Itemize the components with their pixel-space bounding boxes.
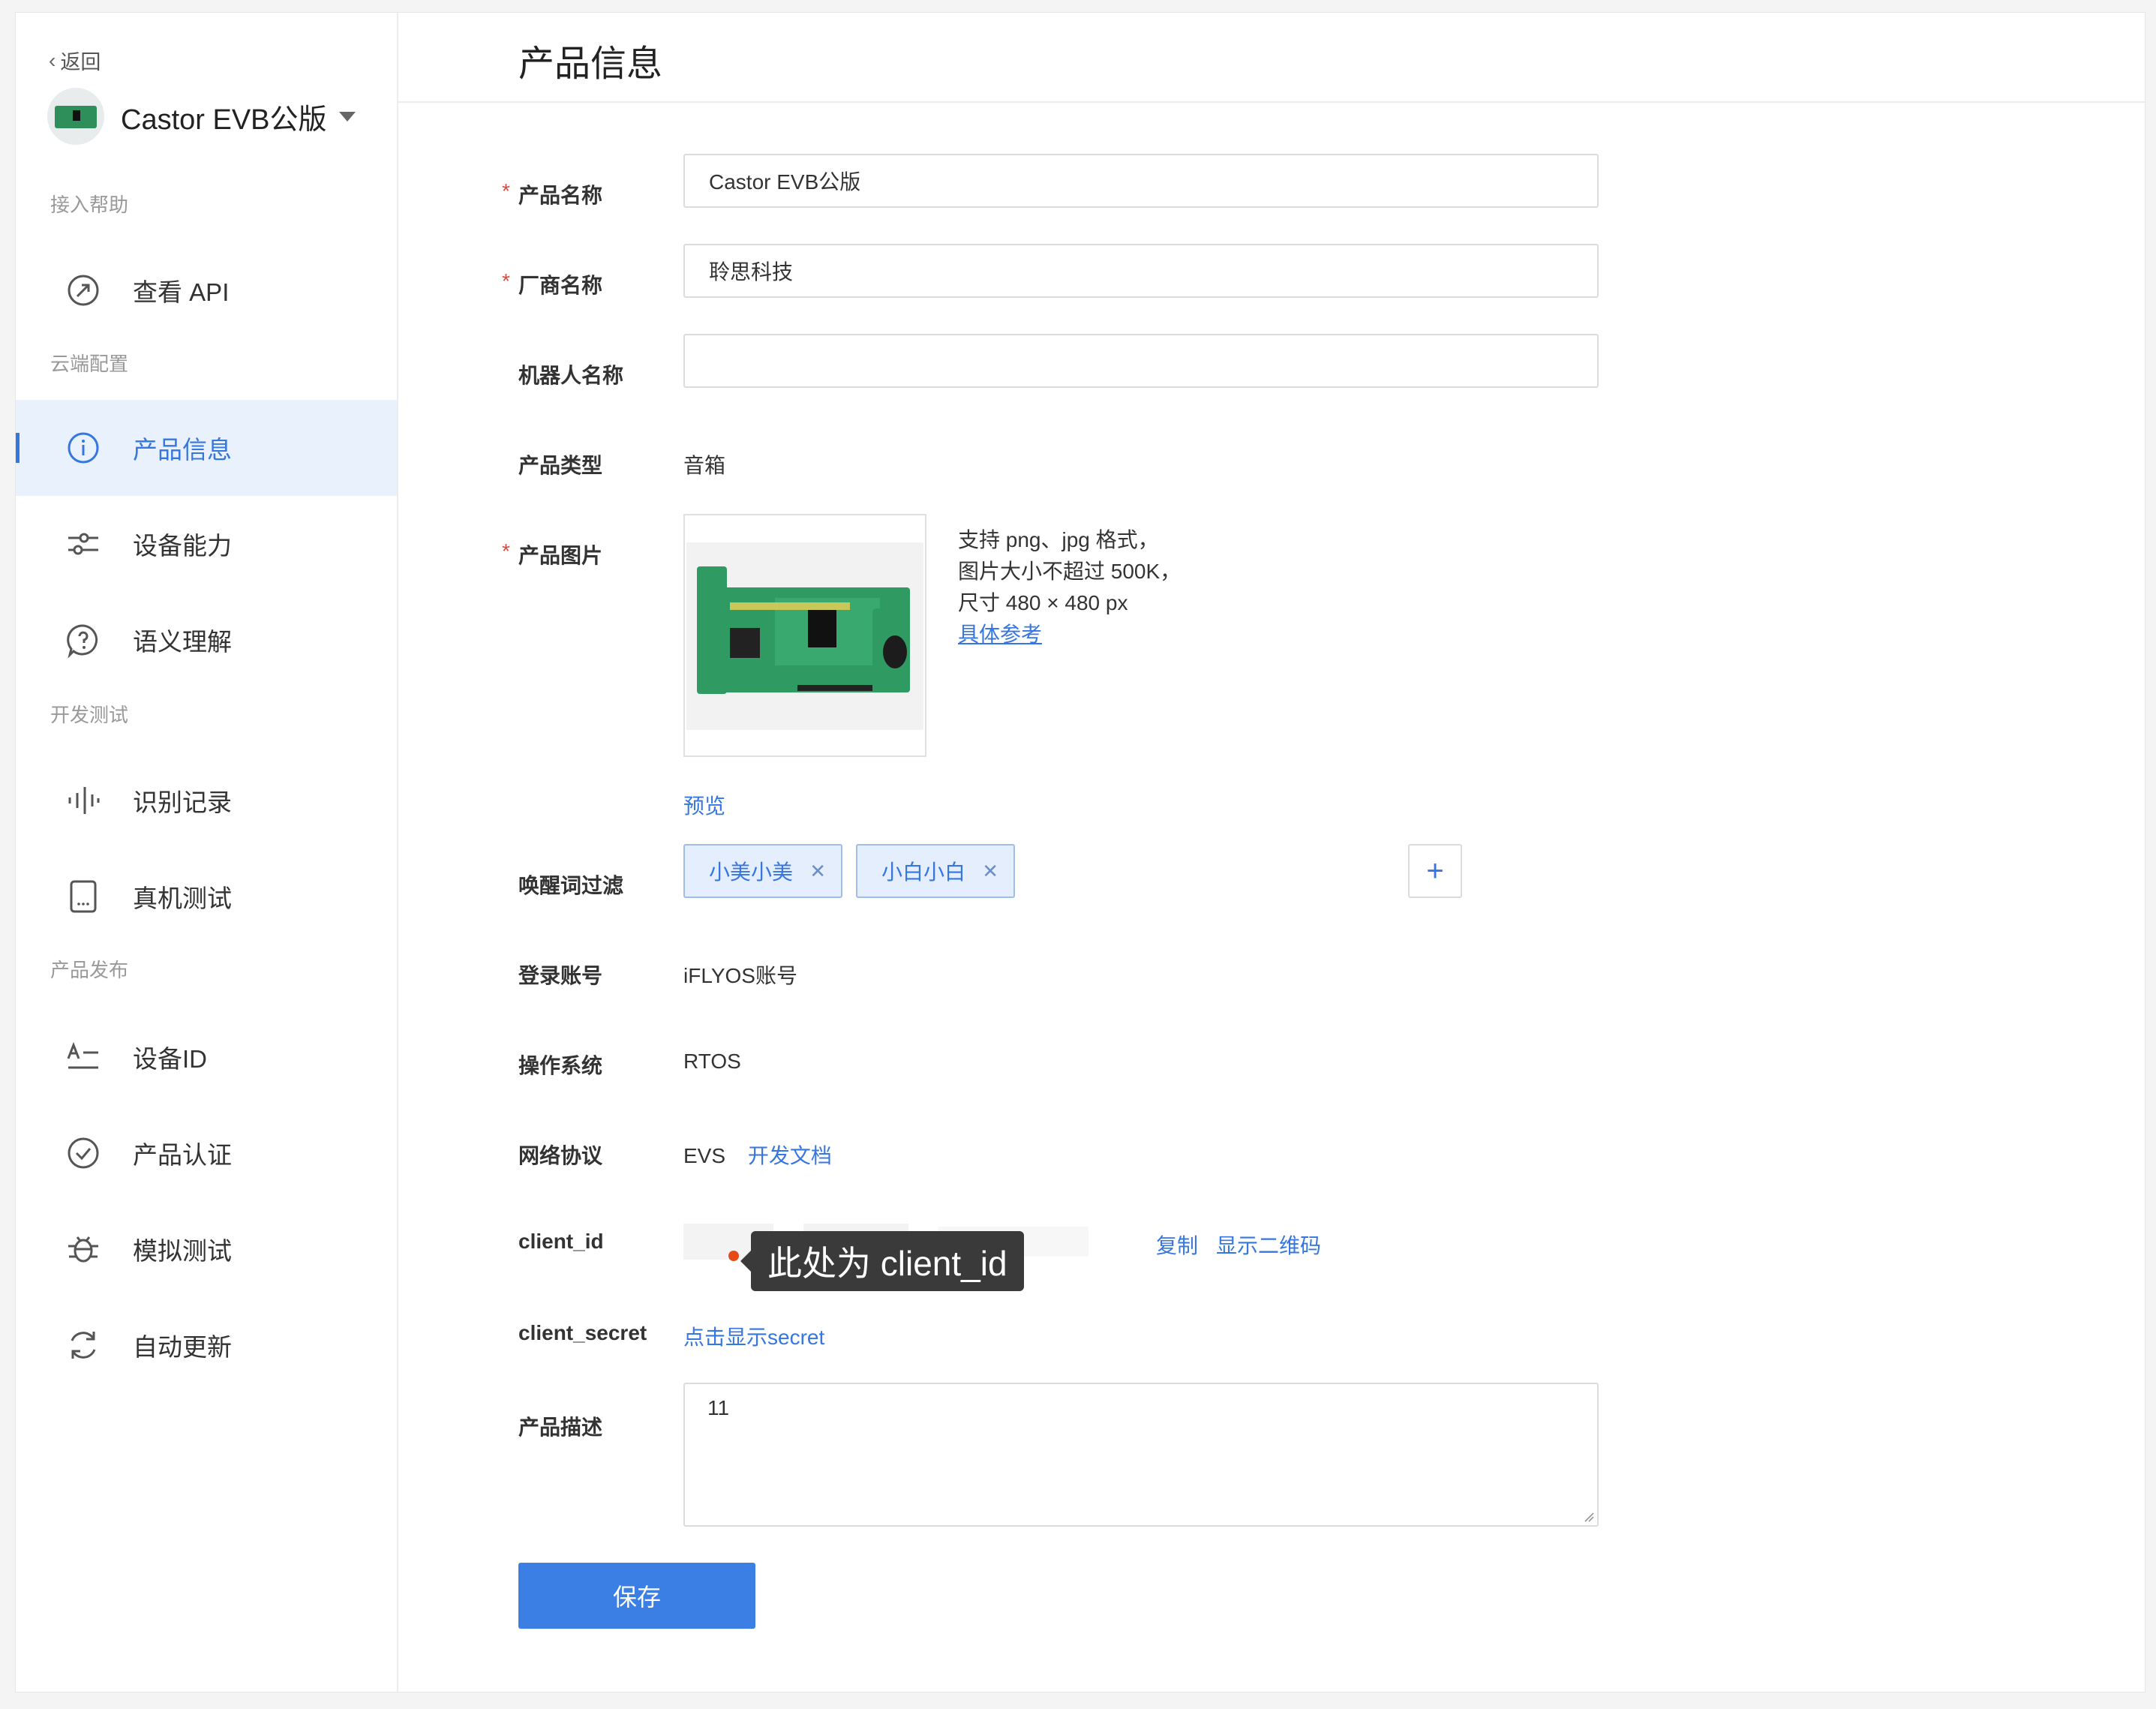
waveform-icon <box>68 787 100 814</box>
dev-doc-link[interactable]: 开发文档 <box>748 1144 832 1167</box>
vendor-name-input[interactable]: 聆思科技 <box>683 244 1599 298</box>
close-icon[interactable]: ✕ <box>982 860 998 883</box>
required-mark: * <box>502 269 510 293</box>
sidebar-item-semantic[interactable]: 语义理解 <box>16 592 397 688</box>
login-account-label: 登录账号 <box>518 964 603 987</box>
robot-name-label: 机器人名称 <box>518 364 624 387</box>
network-value: EVS 开发文档 <box>683 1140 832 1170</box>
sidebar-item-label: 真机测试 <box>133 885 232 912</box>
divider <box>398 101 2145 103</box>
client-secret-label: client_secret <box>518 1321 647 1344</box>
product-image-label: 产品图片 <box>518 544 603 567</box>
sidebar-item-auto-update[interactable]: 自动更新 <box>16 1297 397 1393</box>
back-label: 返回 <box>60 51 101 74</box>
copy-link[interactable]: 复制 <box>1156 1230 1198 1260</box>
check-circle-icon <box>68 1137 99 1169</box>
sidebar-item-device-id[interactable]: 设备ID <box>16 1009 397 1105</box>
annotation-dot <box>728 1251 739 1261</box>
vendor-name-label: 厂商名称 <box>518 274 603 297</box>
sidebar-item-label: 自动更新 <box>133 1333 232 1361</box>
os-value: RTOS <box>683 1050 741 1073</box>
add-tag-button[interactable]: + <box>1408 844 1462 898</box>
client-id-tooltip: 此处为 client_id <box>740 1231 1024 1291</box>
refresh-icon <box>71 1332 96 1359</box>
sidebar-item-api[interactable]: 查看 API <box>16 242 397 338</box>
wake-tag[interactable]: 小白小白 ✕ <box>856 844 1015 898</box>
page-title: 产品信息 <box>518 44 663 84</box>
preview-link[interactable]: 预览 <box>683 790 725 820</box>
section-help: 接入帮助 <box>50 194 129 216</box>
sliders-icon <box>68 533 98 555</box>
login-account-value: iFLYOS账号 <box>683 964 797 987</box>
sidebar-item-device-test[interactable]: 真机测试 <box>16 848 397 945</box>
sidebar: ‹ 返回 Castor EVB公版 接入帮助 查看 API 云端配置 产品信息 <box>16 13 398 1692</box>
api-compass-icon <box>68 275 99 306</box>
sidebar-item-simulation[interactable]: 模拟测试 <box>16 1201 397 1297</box>
chevron-left-icon: ‹ <box>49 48 56 72</box>
show-qrcode-link[interactable]: 显示二维码 <box>1216 1230 1321 1260</box>
back-link[interactable]: ‹ 返回 <box>49 46 101 75</box>
product-switcher[interactable]: Castor EVB公版 <box>47 88 356 145</box>
image-hint-dimensions: 尺寸 480 × 480 px <box>958 591 1128 614</box>
client-id-label: client_id <box>518 1230 604 1253</box>
network-protocol: EVS <box>683 1144 726 1167</box>
description-textarea[interactable]: 11 <box>683 1383 1599 1527</box>
section-publish: 产品发布 <box>50 959 129 981</box>
sidebar-item-certification[interactable]: 产品认证 <box>16 1105 397 1201</box>
reveal-secret-link[interactable]: 点击显示secret <box>683 1321 824 1351</box>
sidebar-item-label: 模拟测试 <box>133 1237 232 1265</box>
network-label: 网络协议 <box>518 1144 603 1167</box>
sidebar-item-label: 语义理解 <box>133 628 232 656</box>
sidebar-item-label: 产品认证 <box>133 1141 232 1169</box>
section-dev: 开发测试 <box>50 704 129 726</box>
product-name-label: 产品名称 <box>518 184 603 207</box>
main-content: 产品信息 * 产品名称 Castor EVB公版 * 厂商名称 聆思科技 机器人… <box>398 13 2145 1692</box>
sidebar-item-label: 识别记录 <box>133 788 232 816</box>
product-type-value: 音箱 <box>683 454 726 477</box>
robot-name-input[interactable] <box>683 334 1599 388</box>
wake-tag[interactable]: 小美小美 ✕ <box>683 844 842 898</box>
close-icon[interactable]: ✕ <box>809 860 826 883</box>
device-icon <box>70 880 97 913</box>
resize-grip-icon[interactable] <box>1584 1512 1594 1522</box>
image-hint-size: 图片大小不超过 500K， <box>958 560 1182 583</box>
product-name-input[interactable]: Castor EVB公版 <box>683 154 1599 208</box>
app-window: ‹ 返回 Castor EVB公版 接入帮助 查看 API 云端配置 产品信息 <box>15 12 2145 1692</box>
bug-icon <box>68 1236 98 1263</box>
caret-down-icon <box>338 111 356 122</box>
sidebar-item-device-capability[interactable]: 设备能力 <box>16 496 397 592</box>
sidebar-item-label: 设备能力 <box>133 532 232 560</box>
section-cloud: 云端配置 <box>50 353 129 375</box>
sidebar-item-label: 设备ID <box>133 1045 207 1073</box>
product-avatar <box>47 88 104 145</box>
image-hint-format: 支持 png、jpg 格式， <box>958 528 1159 551</box>
text-id-icon <box>67 1041 98 1069</box>
reference-link[interactable]: 具体参考 <box>958 619 1181 650</box>
required-mark: * <box>502 179 510 203</box>
pcb-board-image <box>697 566 910 694</box>
save-button[interactable]: 保存 <box>518 1563 755 1629</box>
required-mark: * <box>502 539 510 563</box>
sidebar-item-label: 查看 API <box>133 278 230 306</box>
product-switcher-name: Castor EVB公版 <box>121 104 327 136</box>
wake-tag-label: 小白小白 <box>881 861 966 884</box>
sidebar-item-product-info[interactable]: 产品信息 <box>16 400 397 496</box>
info-icon <box>68 432 99 464</box>
description-text: 11 <box>707 1396 730 1419</box>
description-label: 产品描述 <box>518 1416 603 1439</box>
wake-tag-label: 小美小美 <box>709 861 794 884</box>
os-label: 操作系统 <box>518 1054 603 1077</box>
sidebar-item-recognition-log[interactable]: 识别记录 <box>16 752 397 848</box>
question-bubble-icon <box>67 624 98 658</box>
wake-filter-label: 唤醒词过滤 <box>518 874 624 897</box>
product-image-upload[interactable] <box>683 514 926 757</box>
sidebar-item-label: 产品信息 <box>133 436 232 464</box>
product-type-label: 产品类型 <box>518 454 603 477</box>
image-requirements: 支持 png、jpg 格式， 图片大小不超过 500K， 尺寸 480 × 48… <box>958 524 1181 650</box>
